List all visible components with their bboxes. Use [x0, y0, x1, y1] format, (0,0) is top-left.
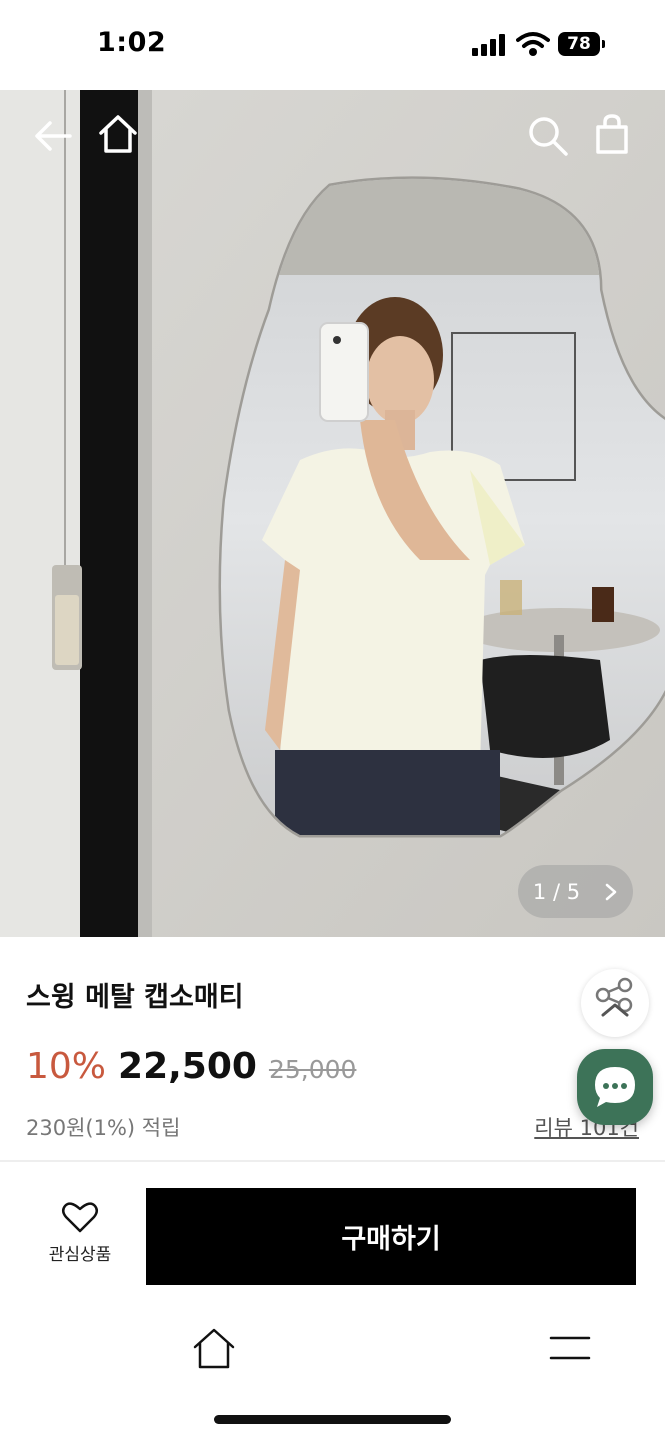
divider: [0, 1160, 665, 1162]
wishlist-label: 관심상품: [48, 1245, 112, 1265]
buy-button[interactable]: 구매하기: [146, 1188, 636, 1285]
chat-icon: [595, 1067, 635, 1107]
status-time: 1:02: [97, 27, 167, 58]
product-name: 스윙 메탈 캡소매티: [26, 982, 244, 1013]
product-photo: [0, 90, 665, 937]
battery-indicator: 78: [558, 32, 600, 56]
shopping-bag-icon[interactable]: [590, 112, 634, 156]
share-button[interactable]: [581, 969, 649, 1037]
chevron-right-icon[interactable]: [604, 883, 618, 901]
sale-price: 22,500: [118, 1046, 257, 1087]
gallery-counter[interactable]: 1 / 5: [518, 865, 633, 918]
discount-rate: 10%: [26, 1046, 107, 1087]
status-bar: 1:02 78: [0, 0, 665, 90]
price-row: 10% 22,500 25,000: [26, 1046, 356, 1087]
product-image[interactable]: [0, 90, 665, 937]
signal-icon: [472, 34, 506, 56]
reward-points: 230원(1%) 적립: [26, 1116, 181, 1140]
heart-icon: [62, 1202, 98, 1233]
original-price: 25,000: [268, 1055, 357, 1084]
home-tab-icon[interactable]: [191, 1325, 237, 1371]
search-icon[interactable]: [526, 114, 570, 158]
wishlist-button[interactable]: 관심상품: [30, 1200, 130, 1270]
home-icon[interactable]: [96, 112, 140, 156]
gallery-page-text: 1 / 5: [532, 879, 581, 904]
chat-button[interactable]: [577, 1049, 653, 1125]
back-arrow-icon[interactable]: [32, 114, 76, 158]
battery-tip: [602, 40, 605, 48]
menu-icon[interactable]: [549, 1333, 591, 1363]
wifi-icon: [516, 32, 550, 56]
home-indicator: [214, 1415, 451, 1424]
share-icon: [595, 977, 633, 1017]
